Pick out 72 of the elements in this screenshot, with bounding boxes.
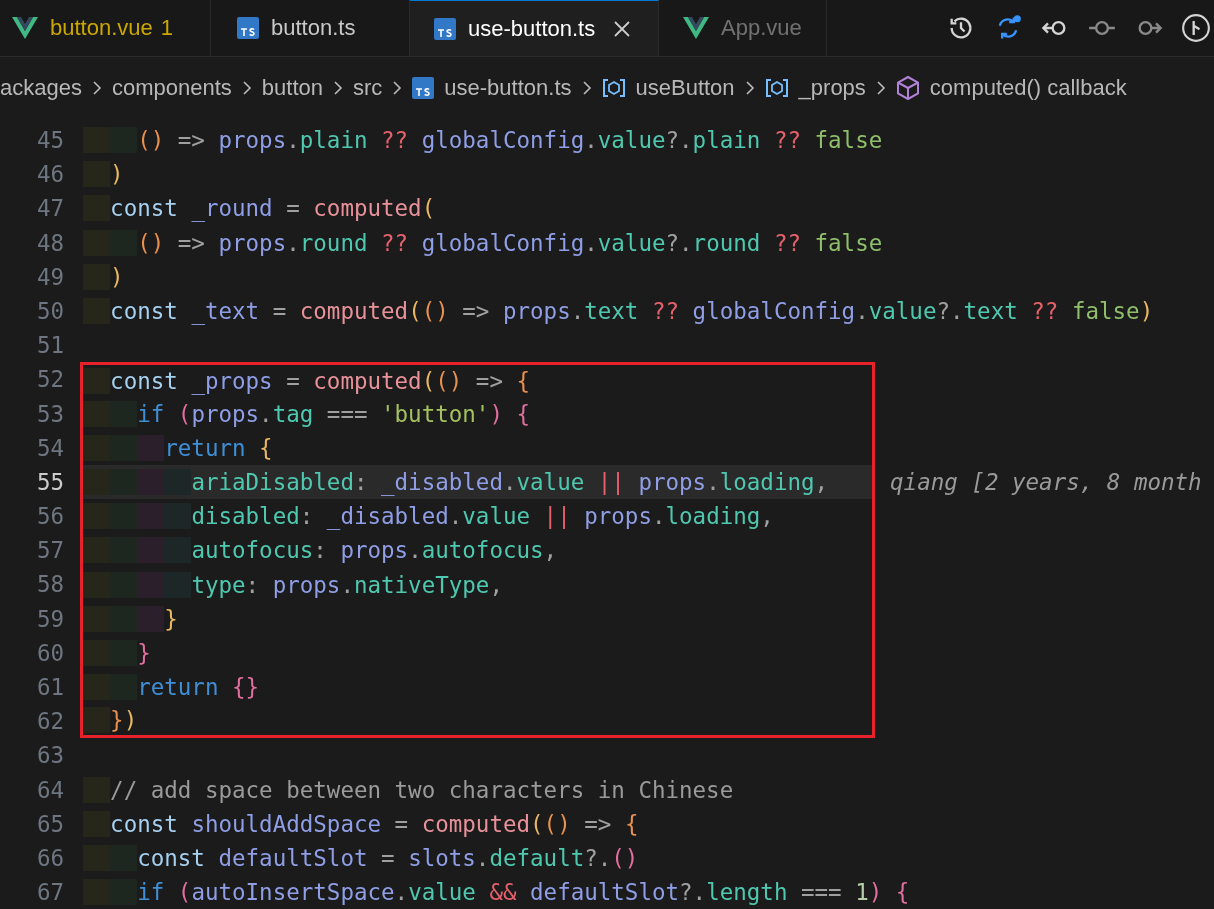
code-text: () => props.round ?? globalConfig.value?.round ?? false	[83, 229, 883, 256]
line-number: 62	[35, 707, 64, 737]
code-text: if (autoInsertSpace.value && defaultSlot?.length === 1) {	[83, 879, 910, 906]
chevron-right-icon	[875, 80, 886, 96]
code-text: () => props.plain ?? globalConfig.value?.plain ?? false	[83, 127, 883, 154]
breadcrumb-item[interactable]: _props	[798, 75, 866, 101]
line-number: 52	[35, 365, 64, 395]
code-text: }	[83, 639, 151, 666]
editor-tab[interactable]: button.ts	[211, 0, 410, 56]
code-text: disabled: _disabled.value || props.loading,	[83, 503, 774, 530]
line-number: 54	[35, 433, 64, 463]
line-number: 46	[35, 160, 64, 190]
branch-icon[interactable]	[1182, 14, 1210, 42]
line-number: 57	[35, 536, 64, 566]
v-logo-icon	[12, 17, 38, 39]
line-number: 58	[35, 570, 64, 600]
line-number: 64	[35, 775, 64, 805]
chevron-right-icon	[241, 80, 252, 96]
line-number: 65	[35, 809, 64, 839]
chevron-right-icon	[333, 80, 343, 96]
chevron-right-icon	[392, 80, 403, 96]
problem-count: 1	[160, 15, 173, 41]
breadcrumb-item[interactable]: components	[111, 75, 232, 101]
line-number: 48	[35, 228, 64, 258]
code-text: const shouldAddSpace = computed(() => {	[83, 810, 639, 837]
code-text: type: props.nativeType,	[83, 571, 503, 598]
editor-tab[interactable]: button.vue 1	[0, 0, 211, 56]
line-number: 60	[35, 638, 64, 668]
editor-tab[interactable]: App.vue	[659, 0, 827, 56]
code-text: const _text = computed(() => props.text ?? globalConfig.value?.text ?? false)	[83, 298, 1154, 325]
line-number: 49	[35, 262, 64, 292]
ts-file-icon	[412, 77, 435, 99]
brackets-cube-icon	[601, 78, 626, 98]
code-text: return {	[83, 434, 273, 461]
breadcrumb-item[interactable]: useButton	[635, 75, 735, 101]
code-text: autofocus: props.autofocus,	[83, 537, 558, 564]
line-number: 66	[35, 843, 64, 873]
breadcrumb-item[interactable]: computed() callback	[929, 75, 1127, 101]
line-number: 63	[35, 741, 64, 771]
chevron-right-icon	[581, 80, 592, 96]
code-text: const defaultSlot = slots.default?.()	[83, 845, 639, 872]
line-number: 47	[35, 194, 64, 224]
v-logo-icon	[683, 17, 709, 39]
line-number: 61	[35, 673, 64, 702]
line-number: 51	[35, 331, 64, 361]
line-number: 53	[35, 399, 64, 429]
brackets-cube-icon	[764, 78, 789, 98]
ts-file-icon	[434, 17, 456, 40]
line-number: 67	[35, 878, 64, 908]
close-icon[interactable]	[613, 19, 632, 38]
line-number: 45	[35, 126, 64, 155]
blame-annotation: qiang [2 years, 8 month	[890, 468, 1202, 495]
breadcrumb-item[interactable]: ackages	[0, 75, 82, 101]
code-text: const _props = computed(() => {	[83, 367, 531, 394]
cube-icon	[895, 75, 920, 101]
chevron-right-icon	[744, 80, 755, 96]
ts-file-icon	[237, 17, 259, 39]
breadcrumb-item[interactable]: button	[261, 75, 323, 101]
line-number: 55	[35, 467, 64, 497]
code-text: ariaDisabled: _disabled.value || props.loading,	[83, 468, 829, 495]
line-number: 56	[35, 502, 64, 532]
breadcrumb-item[interactable]: src	[353, 75, 383, 101]
breadcrumb-item[interactable]: use-button.ts	[444, 75, 572, 101]
editor-tab[interactable]: use-button.ts	[410, 0, 659, 56]
code-text: if (props.tag === 'button') {	[83, 400, 531, 427]
code-text: // add space between two characters in Chinese	[83, 776, 734, 803]
line-number: 59	[35, 604, 64, 634]
code-text: }	[83, 605, 178, 632]
line-number: 50	[35, 296, 64, 326]
code-text: return {}	[83, 674, 260, 701]
chevron-right-icon	[91, 80, 102, 96]
code-text: const _round = computed(	[83, 195, 436, 222]
